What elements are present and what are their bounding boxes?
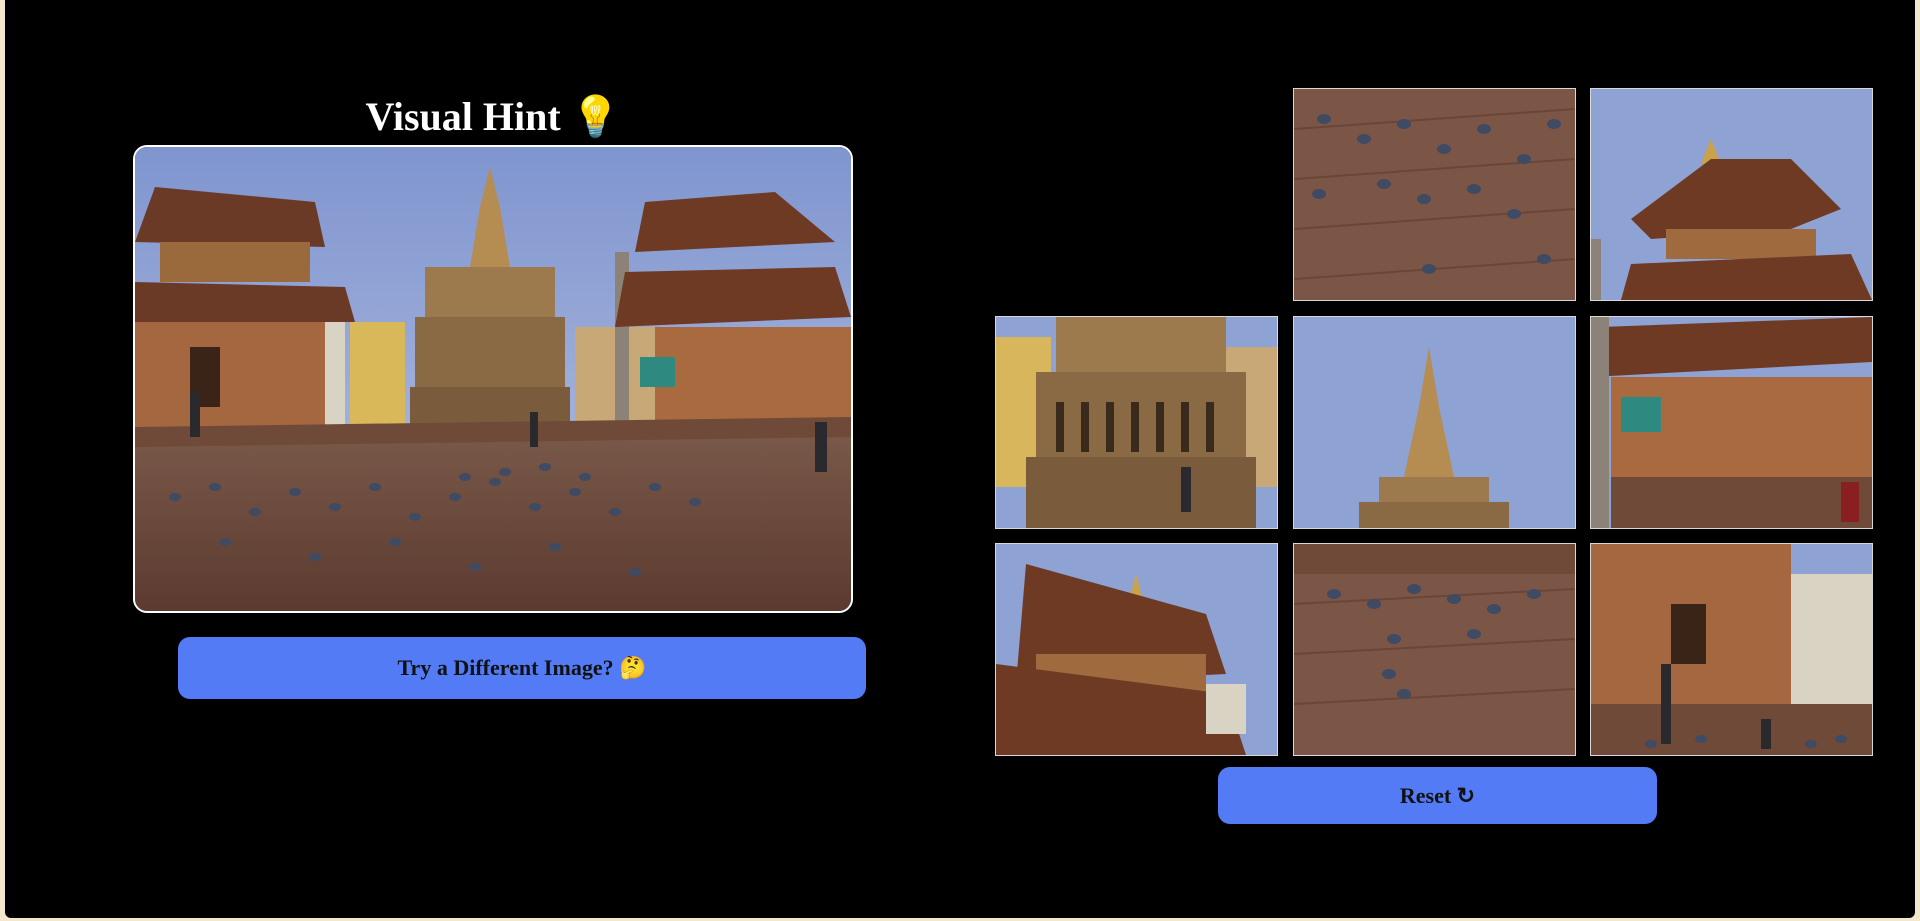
game-frame: Visual Hint 💡 Try a Different Image? 🤔 R…	[5, 0, 1915, 918]
puzzle-tile[interactable]	[1590, 316, 1873, 529]
reset-button[interactable]: Reset ↻	[1218, 767, 1657, 824]
hint-title: Visual Hint 💡	[133, 93, 853, 141]
puzzle-empty-slot	[994, 88, 1277, 301]
puzzle-tile[interactable]	[1293, 543, 1576, 756]
puzzle-tile[interactable]	[1293, 88, 1576, 301]
puzzle-tile[interactable]	[1590, 88, 1873, 301]
lightbulb-icon: 💡	[570, 94, 621, 139]
puzzle-tile[interactable]	[1590, 543, 1873, 756]
puzzle-tile[interactable]	[1293, 316, 1576, 529]
durbar-square-image	[135, 147, 851, 611]
puzzle-tile[interactable]	[995, 316, 1278, 529]
try-different-image-button[interactable]: Try a Different Image? 🤔	[178, 637, 866, 699]
hint-image	[133, 145, 853, 613]
hint-title-text: Visual Hint	[365, 94, 561, 139]
puzzle-tile[interactable]	[995, 543, 1278, 756]
